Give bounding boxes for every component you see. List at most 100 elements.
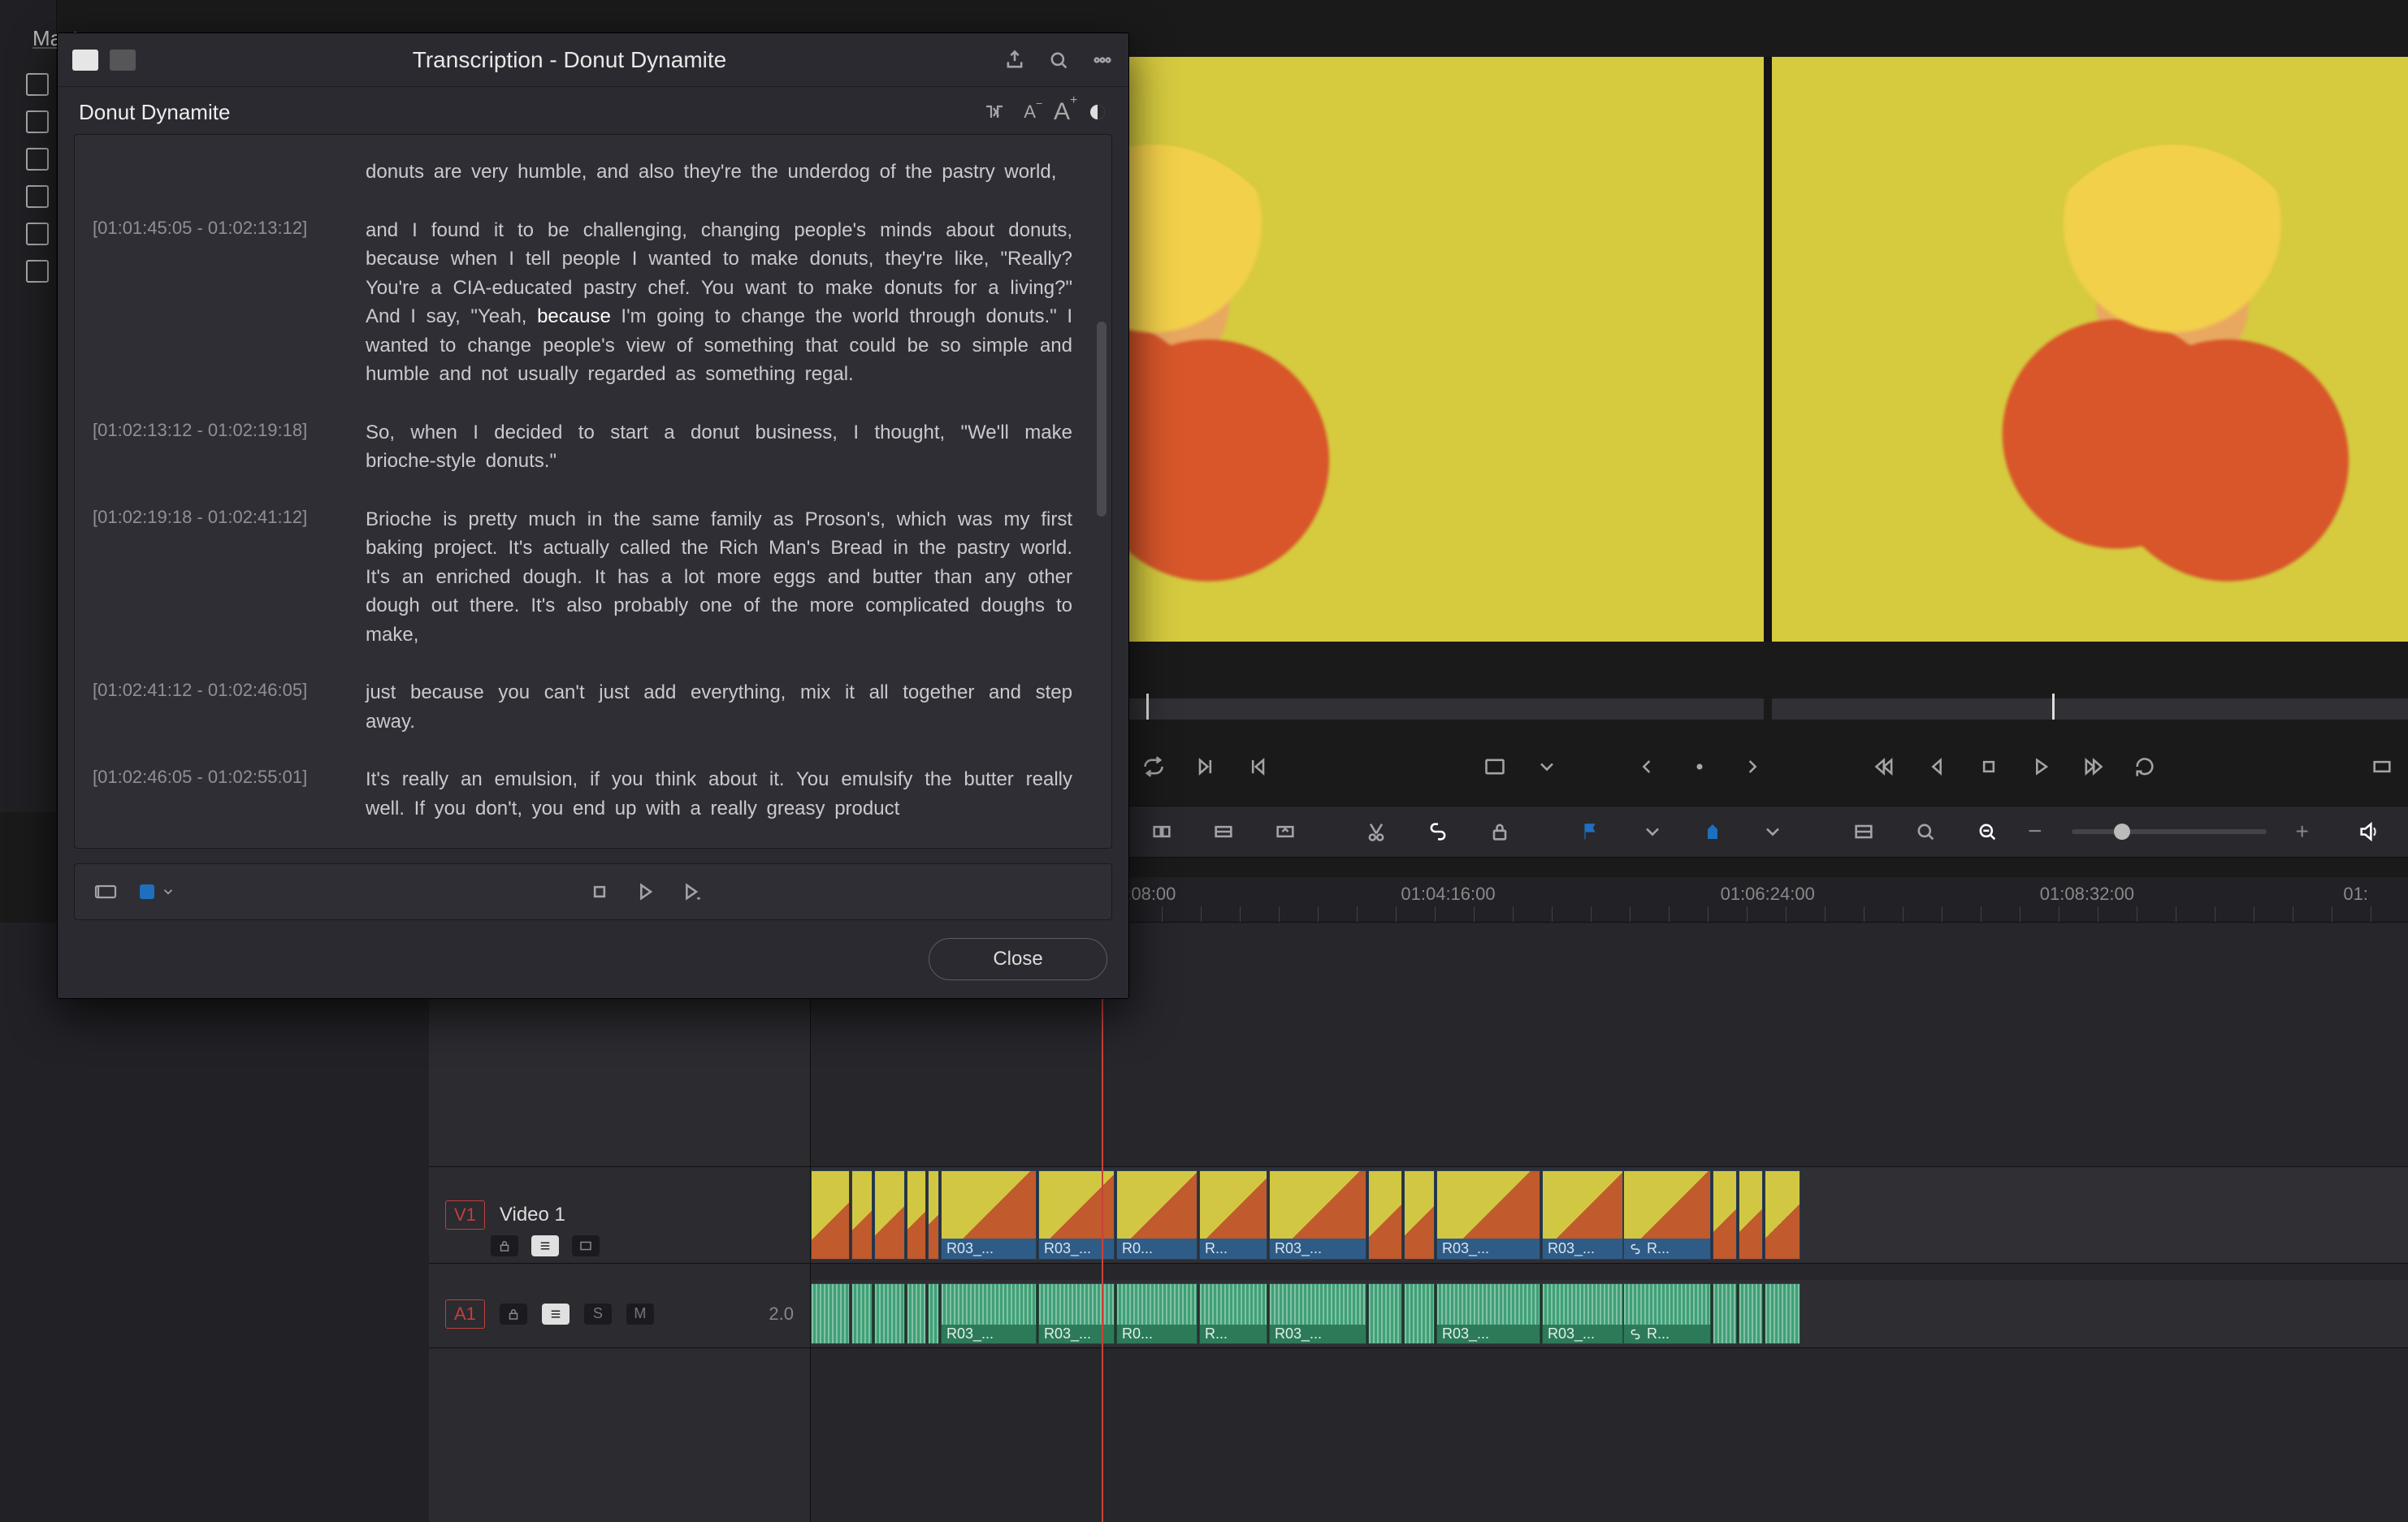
nav-prev-icon[interactable] bbox=[1631, 750, 1664, 783]
solo-toggle[interactable]: S bbox=[584, 1304, 612, 1325]
play-icon[interactable] bbox=[634, 880, 656, 903]
audio-clip[interactable]: R03_... bbox=[1542, 1283, 1623, 1344]
transcript-row[interactable]: [01:02:41:12 - 01:02:46:05]just because … bbox=[93, 664, 1072, 750]
audio-clip[interactable] bbox=[811, 1283, 850, 1344]
full-extent-icon[interactable] bbox=[2366, 750, 2398, 783]
video-clip[interactable]: R03_... bbox=[1269, 1170, 1366, 1260]
transcript-row[interactable]: [01:02:46:05 - 01:02:55:01]It's really a… bbox=[93, 750, 1072, 837]
track-header-v1[interactable]: V1 Video 1 bbox=[429, 1166, 810, 1264]
step-back-icon[interactable] bbox=[1921, 750, 1953, 783]
video-clip[interactable] bbox=[874, 1170, 905, 1260]
media-in-icon[interactable] bbox=[94, 880, 117, 903]
video-track-lane[interactable]: R03_...R03_...R0...R...R03_...R03_...R03… bbox=[811, 1166, 2408, 1264]
audio-clip[interactable] bbox=[1765, 1283, 1800, 1344]
loop-playback-icon[interactable] bbox=[2129, 750, 2161, 783]
custom-zoom-icon[interactable] bbox=[1976, 815, 1999, 848]
replace-clip-icon[interactable] bbox=[1274, 815, 1297, 848]
search-icon[interactable] bbox=[1047, 49, 1070, 71]
zoom-to-fit-icon[interactable] bbox=[1852, 815, 1875, 848]
video-clip[interactable]: R03_... bbox=[941, 1170, 1037, 1260]
zoom-slider[interactable] bbox=[2072, 829, 2267, 834]
speaker-color-chip[interactable] bbox=[140, 884, 175, 899]
close-button[interactable]: Close bbox=[929, 938, 1107, 980]
next-edit-icon[interactable] bbox=[1189, 750, 1222, 783]
font-larger-icon[interactable]: A+ bbox=[1054, 98, 1070, 126]
export-icon[interactable] bbox=[1003, 49, 1026, 71]
transcript-text[interactable]: So, when I decided to start a donut busi… bbox=[366, 418, 1072, 476]
transcript-scroll[interactable]: donuts are very humble, and also they're… bbox=[75, 135, 1111, 848]
video-clip[interactable] bbox=[851, 1170, 873, 1260]
audio-clip[interactable]: R... bbox=[1199, 1283, 1267, 1344]
razor-icon[interactable] bbox=[1365, 815, 1388, 848]
audio-clip[interactable]: R... bbox=[1623, 1283, 1711, 1344]
play-in-to-out-icon[interactable] bbox=[679, 880, 702, 903]
nav-next-icon[interactable] bbox=[1735, 750, 1768, 783]
transcript-row[interactable]: [01:02:19:18 - 01:02:41:12]Brioche is pr… bbox=[93, 491, 1072, 664]
loop-icon[interactable] bbox=[1137, 750, 1170, 783]
video-clip[interactable]: R... bbox=[1623, 1170, 1711, 1260]
overwrite-clip-icon[interactable] bbox=[1212, 815, 1235, 848]
prev-edit-icon[interactable] bbox=[1241, 750, 1274, 783]
nav-dot-icon[interactable] bbox=[1683, 750, 1716, 783]
clear-in-out-icon[interactable] bbox=[983, 101, 1006, 123]
video-clip[interactable] bbox=[1404, 1170, 1435, 1260]
video-clip[interactable]: R03_... bbox=[1436, 1170, 1540, 1260]
video-clip[interactable] bbox=[907, 1170, 926, 1260]
audio-clip[interactable] bbox=[1739, 1283, 1763, 1344]
transcript-text[interactable]: It's really an emulsion, if you think ab… bbox=[366, 765, 1072, 823]
audio-clip[interactable]: R03_... bbox=[1436, 1283, 1540, 1344]
transcript-row[interactable]: [01:01:45:05 - 01:02:13:12]and I found i… bbox=[93, 201, 1072, 404]
video-clip[interactable] bbox=[928, 1170, 939, 1260]
view-mode-text-icon[interactable] bbox=[72, 50, 98, 71]
thumbnail-toggle-icon[interactable] bbox=[572, 1235, 600, 1256]
transcript-row[interactable]: donuts are very humble, and also they're… bbox=[93, 143, 1072, 201]
video-clip[interactable]: R03_... bbox=[1542, 1170, 1623, 1260]
audio-clip[interactable] bbox=[1404, 1283, 1435, 1344]
video-clip[interactable] bbox=[1368, 1170, 1402, 1260]
transcript-text[interactable]: just because you can't just add everythi… bbox=[366, 678, 1072, 736]
video-clip[interactable]: R0... bbox=[1116, 1170, 1198, 1260]
scrollbar-thumb[interactable] bbox=[1097, 322, 1107, 517]
transcript-row[interactable]: [01:02:13:12 - 01:02:19:18]So, when I de… bbox=[93, 404, 1072, 491]
match-frame-icon[interactable] bbox=[1479, 750, 1511, 783]
auto-select-icon[interactable] bbox=[531, 1235, 559, 1256]
mute-toggle[interactable]: M bbox=[626, 1304, 654, 1325]
speaker-icon[interactable] bbox=[2358, 815, 2380, 848]
audio-clip[interactable] bbox=[1368, 1283, 1402, 1344]
chevron-down-icon[interactable] bbox=[1761, 815, 1784, 848]
tracks-area[interactable]: R03_...R03_...R0...R...R03_...R03_...R03… bbox=[811, 923, 2408, 1522]
transcript-text[interactable]: Brioche is pretty much in the same famil… bbox=[366, 505, 1072, 650]
track-header-a1[interactable]: A1 S M 2.0 bbox=[429, 1280, 810, 1348]
program-viewer[interactable] bbox=[1772, 57, 2408, 642]
audio-clip[interactable] bbox=[907, 1283, 926, 1344]
detail-zoom-icon[interactable] bbox=[1914, 815, 1937, 848]
audio-track-lane[interactable]: R03_...R03_...R0...R...R03_...R03_...R03… bbox=[811, 1280, 2408, 1348]
track-badge-a1[interactable]: A1 bbox=[445, 1299, 485, 1329]
insert-clip-icon[interactable] bbox=[1150, 815, 1173, 848]
lock-track-icon[interactable] bbox=[500, 1304, 527, 1325]
chevron-down-icon[interactable] bbox=[1641, 815, 1664, 848]
auto-select-icon[interactable] bbox=[542, 1304, 570, 1325]
more-icon[interactable] bbox=[1091, 49, 1114, 71]
audio-clip[interactable] bbox=[851, 1283, 873, 1344]
audio-clip[interactable] bbox=[928, 1283, 939, 1344]
video-clip[interactable] bbox=[1765, 1170, 1800, 1260]
flag-icon[interactable] bbox=[1579, 815, 1602, 848]
go-end-icon[interactable] bbox=[2077, 750, 2109, 783]
audio-clip[interactable]: R0... bbox=[1116, 1283, 1198, 1344]
source-viewer[interactable] bbox=[1128, 57, 1764, 642]
video-clip[interactable]: R... bbox=[1199, 1170, 1267, 1260]
contrast-icon[interactable] bbox=[1088, 102, 1107, 122]
link-icon[interactable] bbox=[1427, 815, 1449, 848]
transcript-text[interactable]: and I found it to be challenging, changi… bbox=[366, 216, 1072, 389]
audio-clip[interactable] bbox=[1713, 1283, 1737, 1344]
video-clip[interactable] bbox=[1739, 1170, 1763, 1260]
video-clip[interactable] bbox=[1713, 1170, 1737, 1260]
transcript-row[interactable]: [01:02:55:01 - 01:02:56:01]that tears ap… bbox=[93, 837, 1072, 848]
chevron-down-icon[interactable] bbox=[1531, 750, 1563, 783]
stop-icon[interactable] bbox=[1973, 750, 2005, 783]
go-start-icon[interactable] bbox=[1869, 750, 1901, 783]
video-clip[interactable] bbox=[811, 1170, 850, 1260]
program-scrub-bar[interactable] bbox=[1772, 698, 2408, 720]
marker-icon[interactable] bbox=[1703, 815, 1722, 848]
